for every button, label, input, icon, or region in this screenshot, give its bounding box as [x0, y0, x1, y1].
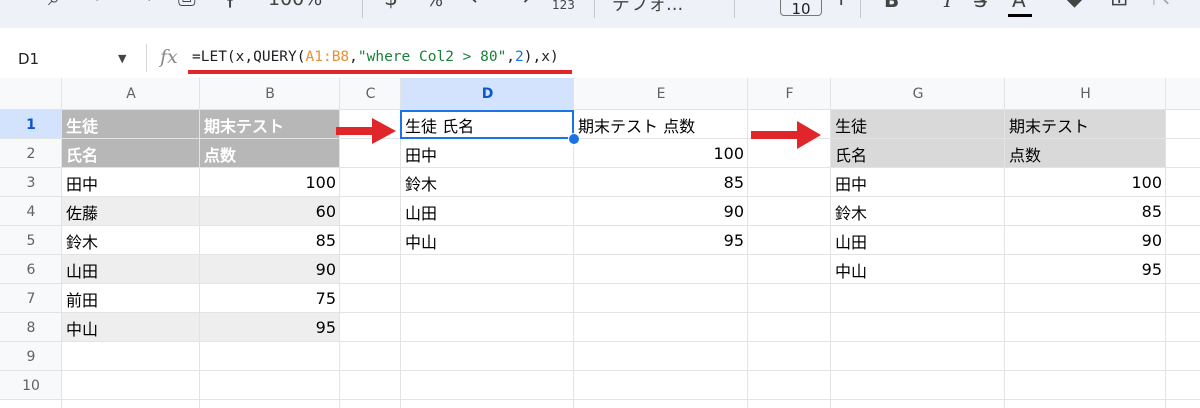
red-arrow-right-icon: [336, 118, 396, 144]
fill-handle[interactable]: [568, 133, 580, 145]
gridlines: [0, 78, 1200, 408]
red-arrow-right-icon: [751, 121, 821, 149]
active-cell-selection[interactable]: [400, 110, 574, 139]
